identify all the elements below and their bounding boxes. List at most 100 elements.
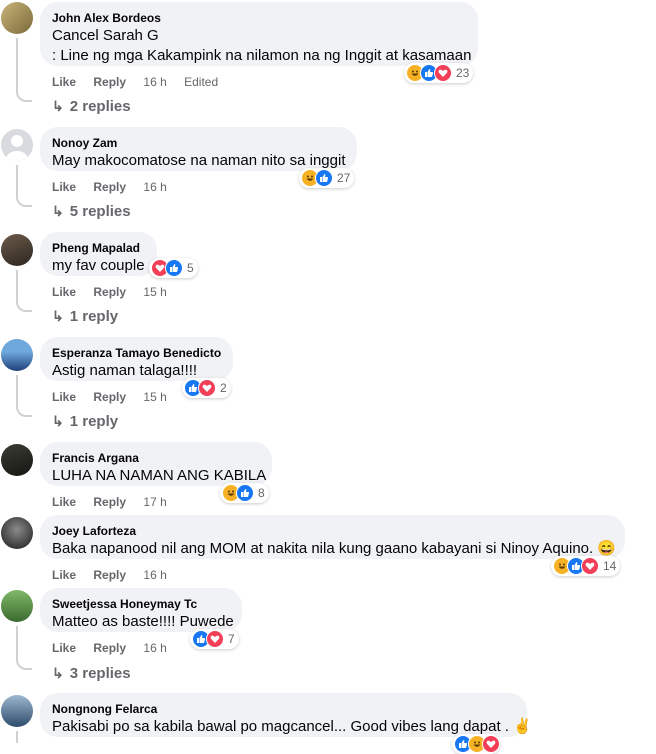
view-replies-link[interactable]: ↳ 1 reply	[52, 411, 118, 432]
reaction-count: 8	[258, 486, 265, 500]
timestamp[interactable]: 16 h	[143, 641, 166, 655]
avatar[interactable]	[1, 444, 33, 476]
view-replies-link[interactable]: ↳ 1 reply	[52, 306, 118, 327]
timestamp[interactable]: 17 h	[143, 495, 166, 509]
commenter-name[interactable]: Pheng Mapalad	[52, 240, 145, 256]
like-button[interactable]: Like	[52, 75, 76, 89]
reply-arrow-icon: ↳	[52, 98, 64, 114]
love-icon	[434, 64, 452, 82]
comment-bubble: Sweetjessa Honeymay Tc Matteo as baste!!…	[40, 588, 242, 632]
thread-line	[16, 375, 18, 405]
commenter-name[interactable]: Nonoy Zam	[52, 135, 345, 151]
timestamp[interactable]: 15 h	[143, 285, 166, 299]
like-icon	[165, 259, 183, 277]
commenter-name[interactable]: Joey Laforteza	[52, 523, 613, 539]
comment-text: : Line ng mga Kakampink na nilamon na ng…	[52, 47, 472, 64]
view-replies-link[interactable]: ↳ 2 replies	[52, 96, 131, 117]
reaction-count: 27	[337, 171, 351, 185]
replies-count: 5 replies	[69, 203, 131, 220]
reply-button[interactable]: Reply	[93, 180, 126, 194]
timestamp[interactable]: 15 h	[143, 390, 166, 404]
replies-count: 3 replies	[69, 665, 131, 682]
like-icon	[236, 484, 254, 502]
reaction-summary[interactable]: 23	[404, 63, 474, 83]
comment-text: May makocomatose na naman nito sa inggit	[52, 152, 346, 169]
comment-bubble: Nongnong Felarca Pakisabi po sa kabila b…	[40, 693, 532, 737]
reaction-count: 7	[228, 632, 235, 646]
comment-bubble: John Alex Bordeos Cancel Sarah G : Line …	[40, 2, 478, 66]
reaction-count: 5	[187, 261, 194, 275]
view-replies-link[interactable]: ↳ 3 replies	[52, 663, 131, 684]
view-replies-link[interactable]: ↳ 5 replies	[52, 201, 131, 222]
reply-button[interactable]: Reply	[93, 390, 126, 404]
thread-curve	[16, 193, 32, 207]
comment-bubble: Pheng Mapalad my fav couple	[40, 232, 157, 276]
reaction-count: 14	[603, 559, 617, 573]
like-button[interactable]: Like	[52, 285, 76, 299]
avatar[interactable]	[1, 234, 33, 266]
avatar[interactable]	[1, 590, 33, 622]
like-button[interactable]: Like	[52, 495, 76, 509]
reaction-summary[interactable]: 27	[299, 168, 355, 188]
reply-arrow-icon: ↳	[52, 665, 64, 681]
reply-button[interactable]: Reply	[93, 641, 126, 655]
avatar[interactable]	[1, 2, 33, 34]
commenter-name[interactable]: Francis Argana	[52, 450, 260, 466]
reaction-count: 2	[220, 381, 227, 395]
reply-arrow-icon: ↳	[52, 308, 64, 324]
timestamp[interactable]: 16 h	[143, 75, 166, 89]
avatar[interactable]	[1, 695, 33, 727]
reply-button[interactable]: Reply	[93, 495, 126, 509]
comment-text: Cancel Sarah G	[52, 27, 159, 44]
comment-bubble: Joey Laforteza Baka napanood nil ang MOM…	[40, 515, 625, 559]
replies-count: 2 replies	[69, 98, 131, 115]
comment-bubble: Nonoy Zam May makocomatose na naman nito…	[40, 127, 357, 171]
comment-actions: Like Reply 15 h	[52, 389, 181, 405]
comment-text: Pakisabi po sa kabila bawal po magcancel…	[52, 718, 532, 735]
comment-bubble: Esperanza Tamayo Benedicto Astig naman t…	[40, 337, 233, 381]
thread-curve	[16, 298, 32, 312]
reply-arrow-icon: ↳	[52, 413, 64, 429]
timestamp[interactable]: 16 h	[143, 180, 166, 194]
reaction-summary[interactable]: 2	[182, 378, 231, 398]
love-icon	[482, 735, 500, 753]
reply-button[interactable]: Reply	[93, 75, 126, 89]
comment-text: Baka napanood nil ang MOM at nakita nila…	[52, 540, 617, 557]
commenter-name[interactable]: Esperanza Tamayo Benedicto	[52, 345, 221, 361]
thread-line	[16, 38, 18, 90]
like-button[interactable]: Like	[52, 641, 76, 655]
reply-button[interactable]: Reply	[93, 568, 126, 582]
avatar[interactable]	[1, 129, 33, 161]
love-icon	[581, 557, 599, 575]
reaction-summary[interactable]: 7	[190, 629, 239, 649]
reaction-summary[interactable]: 5	[149, 258, 198, 278]
reaction-count: 23	[456, 66, 470, 80]
comment-bubble: Francis Argana LUHA NA NAMAN ANG KABILA	[40, 442, 272, 486]
commenter-name[interactable]: John Alex Bordeos	[52, 10, 466, 26]
comment-actions: Like Reply 15 h	[52, 284, 181, 300]
love-icon	[198, 379, 216, 397]
reply-button[interactable]: Reply	[93, 285, 126, 299]
thread-curve	[16, 403, 32, 417]
commenter-name[interactable]: Nongnong Felarca	[52, 701, 515, 717]
love-icon	[206, 630, 224, 648]
reaction-summary[interactable]: 14	[551, 556, 621, 576]
comment-actions: Like Reply 16 h	[52, 640, 181, 656]
thread-line	[16, 270, 18, 300]
like-button[interactable]: Like	[52, 180, 76, 194]
avatar[interactable]	[1, 339, 33, 371]
thread-line	[16, 626, 18, 658]
replies-count: 1 reply	[69, 308, 119, 325]
comment-actions: Like Reply 16 h	[52, 567, 181, 583]
commenter-name[interactable]: Sweetjessa Honeymay Tc	[52, 596, 230, 612]
avatar[interactable]	[1, 517, 33, 549]
like-button[interactable]: Like	[52, 568, 76, 582]
comment-text: my fav couple	[52, 257, 145, 274]
like-button[interactable]: Like	[52, 390, 76, 404]
replies-count: 1 reply	[69, 413, 119, 430]
reaction-summary[interactable]	[452, 734, 500, 754]
thread-line	[16, 731, 18, 743]
reaction-summary[interactable]: 8	[220, 483, 269, 503]
thread-curve	[16, 88, 32, 102]
timestamp[interactable]: 16 h	[143, 568, 166, 582]
